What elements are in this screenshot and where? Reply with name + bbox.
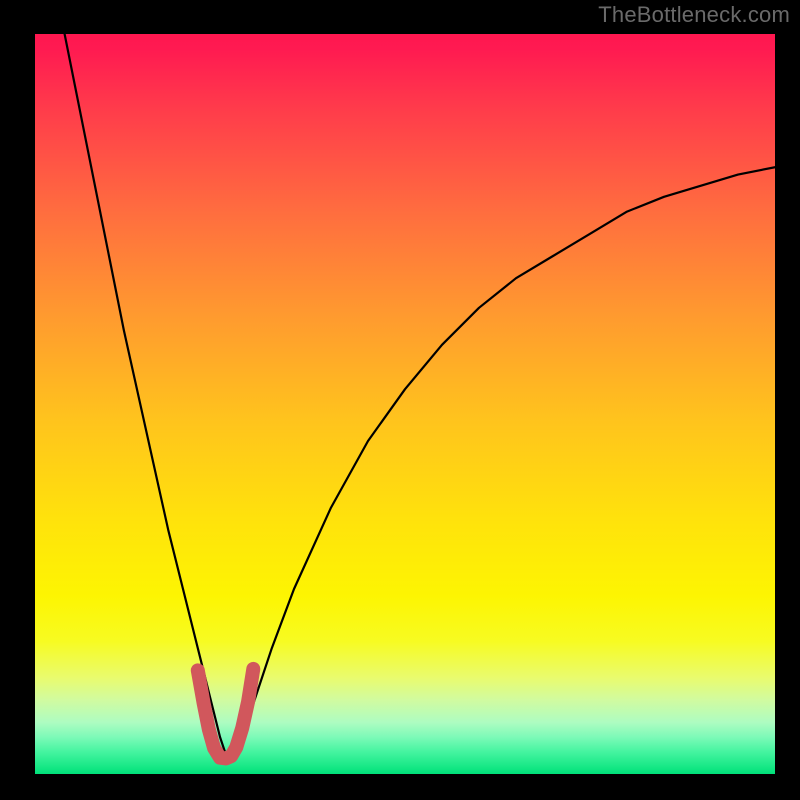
outer-frame: TheBottleneck.com — [0, 0, 800, 800]
highlight-region — [198, 669, 254, 759]
curve-layer — [35, 34, 775, 774]
bottleneck-curve — [65, 34, 775, 759]
plot-area — [35, 34, 775, 774]
watermark-text: TheBottleneck.com — [598, 2, 790, 28]
